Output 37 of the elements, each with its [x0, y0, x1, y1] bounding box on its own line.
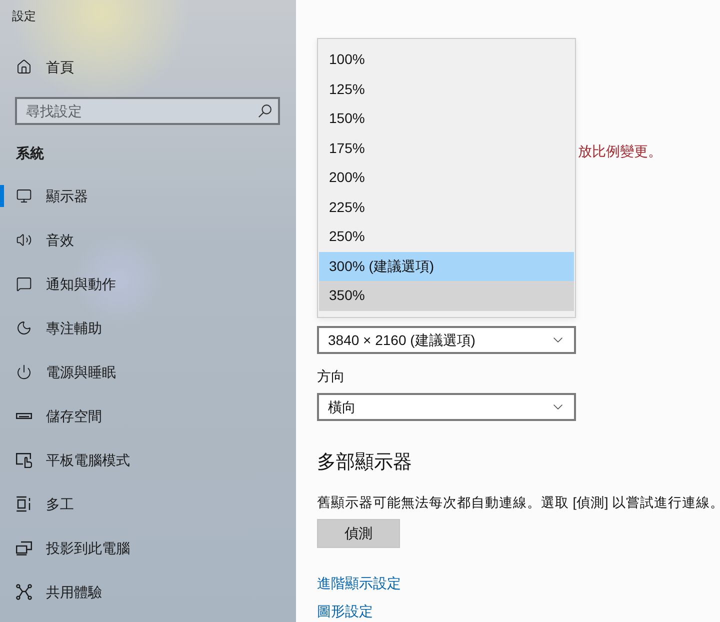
window-panes-icon	[16, 496, 32, 512]
sidebar-item[interactable]: 通知與動作	[0, 262, 296, 306]
resolution-dropdown[interactable]: 3840 × 2160 (建議選項)	[317, 326, 576, 354]
moon-icon	[16, 320, 32, 336]
dropdown-option[interactable]: 350%	[319, 281, 574, 310]
dropdown-option[interactable]: 300% (建議選項)	[319, 252, 574, 281]
search-icon	[258, 104, 272, 118]
sidebar-item[interactable]: 投影到此電腦	[0, 526, 296, 570]
screens-icon	[16, 540, 32, 556]
home-nav-item[interactable]: 首頁	[0, 45, 296, 89]
sidebar-item[interactable]: 音效	[0, 218, 296, 262]
sidebar-item[interactable]: 儲存空間	[0, 394, 296, 438]
search-field[interactable]: 尋找設定	[15, 97, 280, 125]
speech-bubble-icon	[16, 276, 32, 292]
window-title: 設定	[12, 10, 36, 22]
field-label: 方向	[317, 367, 345, 386]
section-heading: 多部顯示器	[317, 451, 412, 475]
power-icon	[16, 364, 32, 380]
screen-touch-icon	[16, 452, 32, 468]
speaker-icon	[16, 232, 32, 248]
orientation-dropdown[interactable]: 橫向	[317, 393, 576, 421]
drive-icon	[16, 413, 32, 419]
sidebar-item[interactable]: 共用體驗	[0, 570, 296, 614]
connected-nodes-icon	[16, 584, 32, 600]
sidebar-item[interactable]: 多工	[0, 482, 296, 526]
settings-link[interactable]: 進階顯示設定	[317, 573, 401, 593]
monitor-icon	[16, 188, 32, 204]
description-text: 舊顯示器可能無法每次都自動連線。選取 [偵測] 以嘗試進行連線。	[317, 494, 720, 512]
sidebar-item[interactable]: 專注輔助	[0, 306, 296, 350]
home-icon	[16, 59, 32, 75]
settings-link[interactable]: 圖形設定	[317, 601, 373, 621]
sidebar-item[interactable]: 電源與睡眠	[0, 350, 296, 394]
sidebar-item[interactable]: 顯示器	[0, 174, 296, 218]
detect-button[interactable]: 偵測	[317, 519, 400, 548]
notice-text: 放比例變更。	[578, 142, 662, 161]
section-heading: 系統	[16, 144, 44, 162]
sidebar-item[interactable]: 平板電腦模式	[0, 438, 296, 482]
